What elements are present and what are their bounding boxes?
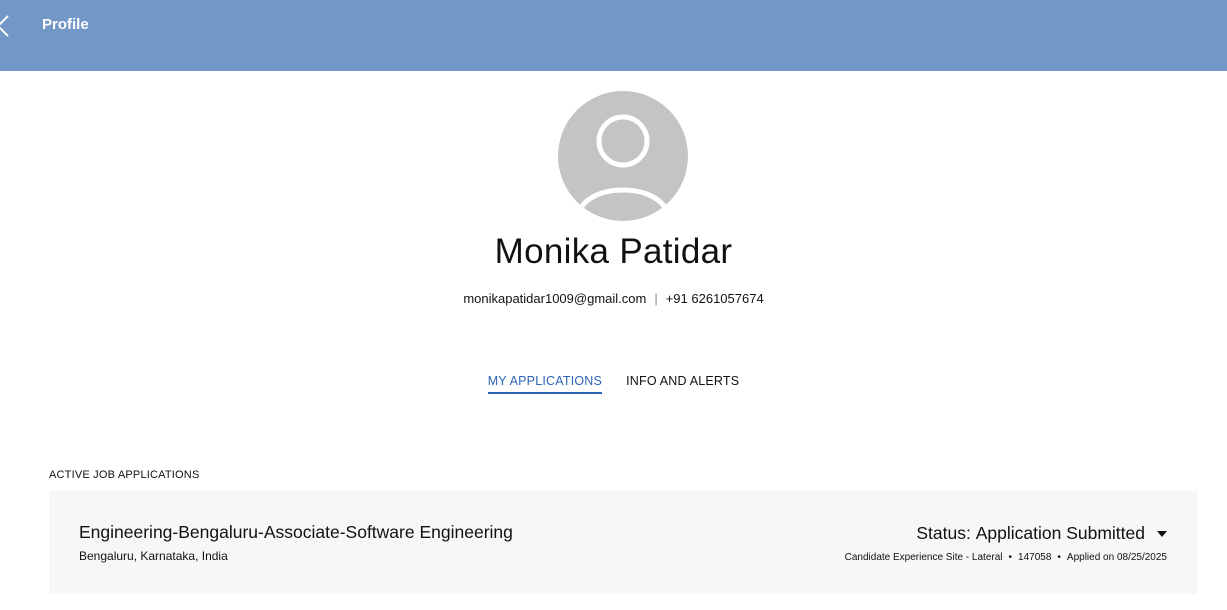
application-card[interactable]: Engineering-Bengaluru-Associate-Software… [49, 491, 1197, 594]
job-location: Bengaluru, Karnataka, India [79, 549, 228, 563]
user-name: Monika Patidar [494, 232, 733, 271]
status-label: Status: [916, 523, 971, 543]
back-button[interactable] [0, 13, 14, 39]
header-bar: Profile [0, 0, 1227, 71]
page-title: Profile [42, 16, 89, 33]
status-dropdown[interactable]: Status: Application Submitted [916, 523, 1167, 544]
application-source: Candidate Experience Site - Lateral [844, 552, 1003, 563]
job-id: 147058 [1018, 552, 1052, 563]
application-meta: Candidate Experience Site - Lateral • 1470… [845, 552, 1167, 563]
meta-bullet: • [1008, 552, 1013, 563]
profile-tabs: MY APPLICATIONS INFO AND ALERTS [0, 374, 1227, 394]
section-heading: ACTIVE JOB APPLICATIONS [49, 469, 200, 481]
caret-down-icon [1157, 530, 1167, 537]
contact-separator: | [654, 291, 658, 306]
applied-date: Applied on 08/25/2025 [1066, 552, 1167, 563]
chevron-left-icon [0, 15, 9, 37]
user-avatar-icon [558, 91, 688, 221]
tab-info-and-alerts[interactable]: INFO AND ALERTS [626, 374, 739, 394]
tab-my-applications[interactable]: MY APPLICATIONS [487, 374, 603, 394]
phone-text: +91 6261057674 [665, 291, 764, 306]
meta-bullet: • [1057, 552, 1061, 563]
job-title[interactable]: Engineering-Bengaluru-Associate-Software… [79, 522, 513, 543]
status-value: Application Submitted [975, 523, 1145, 543]
contact-info: monikapatidar1009@gmail.com | +91 62610576… [0, 291, 1227, 306]
email-text: monikapatidar1009@gmail.com [463, 291, 647, 306]
